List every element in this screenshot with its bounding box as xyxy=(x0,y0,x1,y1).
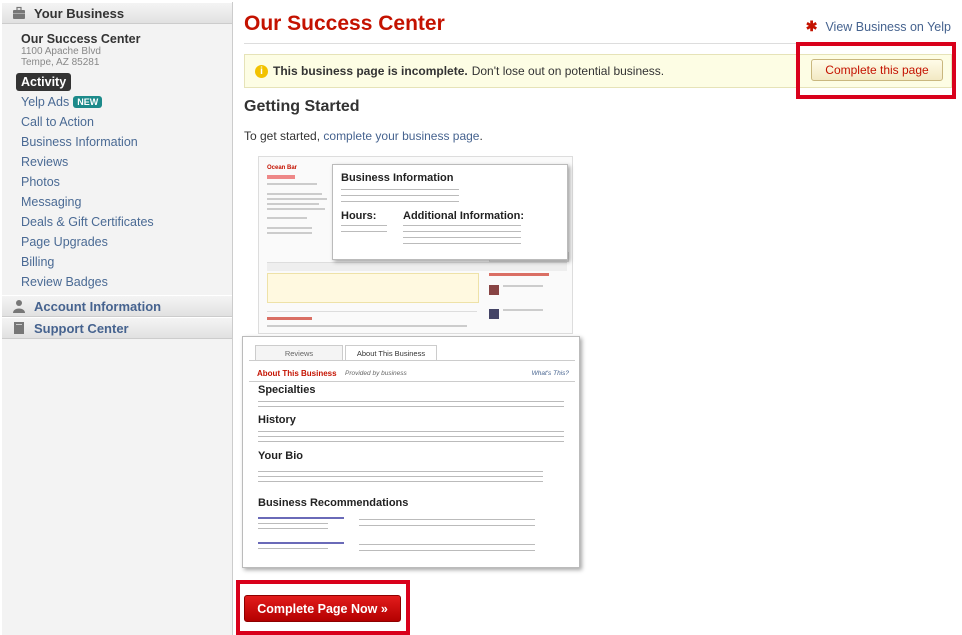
popup-tab-about: About This Business xyxy=(345,345,437,361)
popup-business-recommendations: Business Recommendations xyxy=(258,497,409,509)
account-information-header[interactable]: Account Information xyxy=(2,295,232,317)
account-information-label: Account Information xyxy=(34,298,162,314)
popup-your-bio: Your Bio xyxy=(258,450,304,462)
intro-text: To get started, complete your business p… xyxy=(244,129,483,143)
complete-business-page-link[interactable]: complete your business page xyxy=(323,129,479,143)
popup-history: History xyxy=(258,414,296,426)
getting-started-heading: Getting Started xyxy=(244,98,360,115)
support-center-header[interactable]: Support Center xyxy=(2,317,232,339)
sidebar-nav: Activity Yelp Ads NEW Call to Action Busi… xyxy=(2,72,232,292)
sidebar-item-deals[interactable]: Deals & Gift Certificates xyxy=(2,212,232,232)
sidebar-item-business-information[interactable]: Business Information xyxy=(2,132,232,152)
highlight-box-cta xyxy=(236,580,410,635)
popup-tab-reviews: Reviews xyxy=(255,345,343,361)
popup-about-title: About This Business xyxy=(257,369,337,378)
your-business-header[interactable]: Your Business xyxy=(2,2,232,24)
listing-name: Ocean Bar xyxy=(267,165,298,171)
sidebar-item-photos[interactable]: Photos xyxy=(2,172,232,192)
person-icon xyxy=(12,299,26,313)
about-business-popup: Reviews About This Business About This B… xyxy=(242,336,580,568)
support-center-label: Support Center xyxy=(34,320,129,336)
sidebar-item-messaging[interactable]: Messaging xyxy=(2,192,232,212)
popup-provided-by: Provided by business xyxy=(345,370,407,377)
popup-whats-this: What's This? xyxy=(531,370,569,377)
sidebar-item-billing[interactable]: Billing xyxy=(2,252,232,272)
sidebar-item-reviews[interactable]: Reviews xyxy=(2,152,232,172)
alert-text: Don't lose out on potential business. xyxy=(471,64,665,78)
highlight-box xyxy=(796,42,956,99)
sidebar: Your Business Our Success Center 1100 Ap… xyxy=(2,2,233,635)
business-info-popup: Business Information Hours: Additional I… xyxy=(332,164,568,260)
yelp-logo-icon: ✱ xyxy=(805,18,818,34)
business-block: Our Success Center 1100 Apache Blvd Temp… xyxy=(2,24,232,68)
popup-business-information-title: Business Information xyxy=(341,172,454,184)
briefcase-icon xyxy=(12,6,26,20)
popup-hours-label: Hours: xyxy=(341,210,377,222)
page-title: Our Success Center xyxy=(244,12,445,35)
sidebar-item-yelp-ads[interactable]: Yelp Ads NEW xyxy=(2,92,232,112)
business-address-1: 1100 Apache Blvd xyxy=(21,46,101,57)
sidebar-item-review-badges[interactable]: Review Badges xyxy=(2,272,232,292)
business-name: Our Success Center xyxy=(21,32,141,46)
new-badge: NEW xyxy=(73,96,103,108)
popup-additional-info-label: Additional Information: xyxy=(403,210,524,222)
main-content: Our Success Center ✱ View Business on Ye… xyxy=(234,2,961,635)
your-business-label: Your Business xyxy=(34,5,125,21)
popup-specialties: Specialties xyxy=(258,384,316,396)
sidebar-item-call-to-action[interactable]: Call to Action xyxy=(2,112,232,132)
info-icon: i xyxy=(255,64,268,78)
alert-bold-text: This business page is incomplete. xyxy=(273,64,468,78)
sidebar-item-activity[interactable]: Activity xyxy=(2,72,232,92)
view-business-link[interactable]: ✱ View Business on Yelp xyxy=(806,18,951,35)
business-address-2: Tempe, AZ 85281 xyxy=(21,57,100,68)
book-icon xyxy=(12,321,26,335)
sidebar-item-page-upgrades[interactable]: Page Upgrades xyxy=(2,232,232,252)
